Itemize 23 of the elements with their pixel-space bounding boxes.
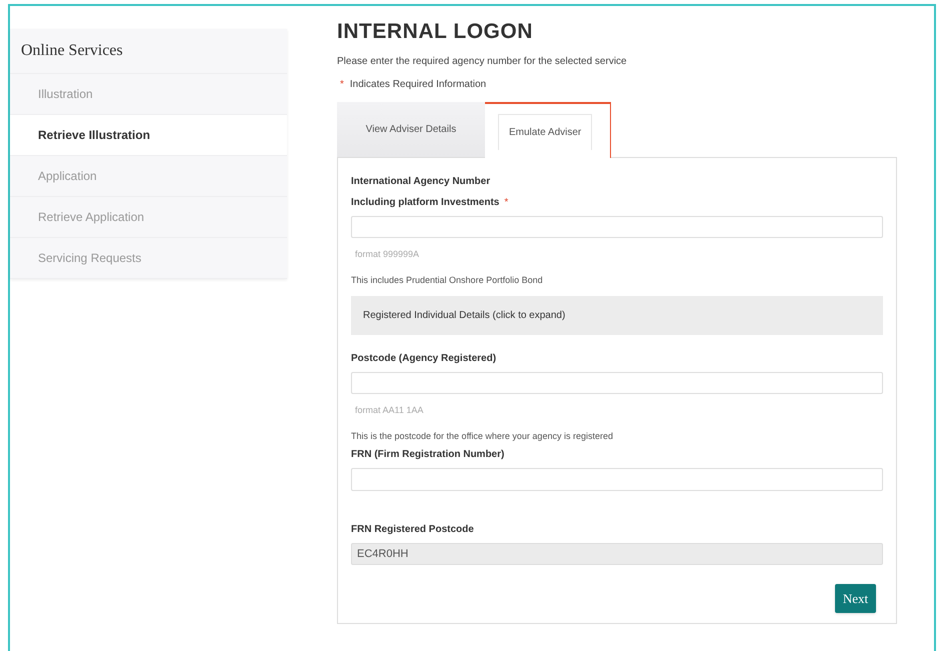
field-label: Postcode (Agency Registered) [351, 352, 498, 366]
intro-text: Please enter the required agency number for the selected service [337, 55, 628, 69]
sidebar-title: Online Services [10, 29, 287, 74]
input-field[interactable] [351, 468, 883, 491]
field-label: Including platform Investments [351, 196, 500, 210]
page-title: INTERNAL LOGON [337, 19, 534, 45]
required-mark: * [340, 78, 344, 92]
required-mark: * [504, 196, 508, 210]
field-label: FRN Registered Postcode [351, 522, 475, 537]
format-hint: format 999999A [355, 248, 420, 262]
tab[interactable]: View Adviser Details [366, 122, 456, 137]
expandable-section[interactable]: Registered Individual Details (click to expand) [351, 296, 883, 335]
help-text: This includes Prudential Onshore Portfolio Bond [351, 274, 544, 287]
input-field[interactable] [351, 372, 883, 394]
sidebar-item[interactable]: Retrieve Illustration [10, 115, 287, 156]
tab[interactable]: Emulate Adviser [498, 114, 592, 150]
field-label: International Agency Number [351, 175, 492, 189]
next-button[interactable]: Next [835, 584, 876, 614]
help-text: This is the postcode for the office where your agency is registered [351, 430, 614, 443]
required-legend: Indicates Required Information [350, 77, 486, 92]
format-hint: format AA11 1AA [355, 404, 424, 418]
input-field[interactable] [351, 216, 883, 238]
field-label: FRN (Firm Registration Number) [351, 448, 506, 462]
